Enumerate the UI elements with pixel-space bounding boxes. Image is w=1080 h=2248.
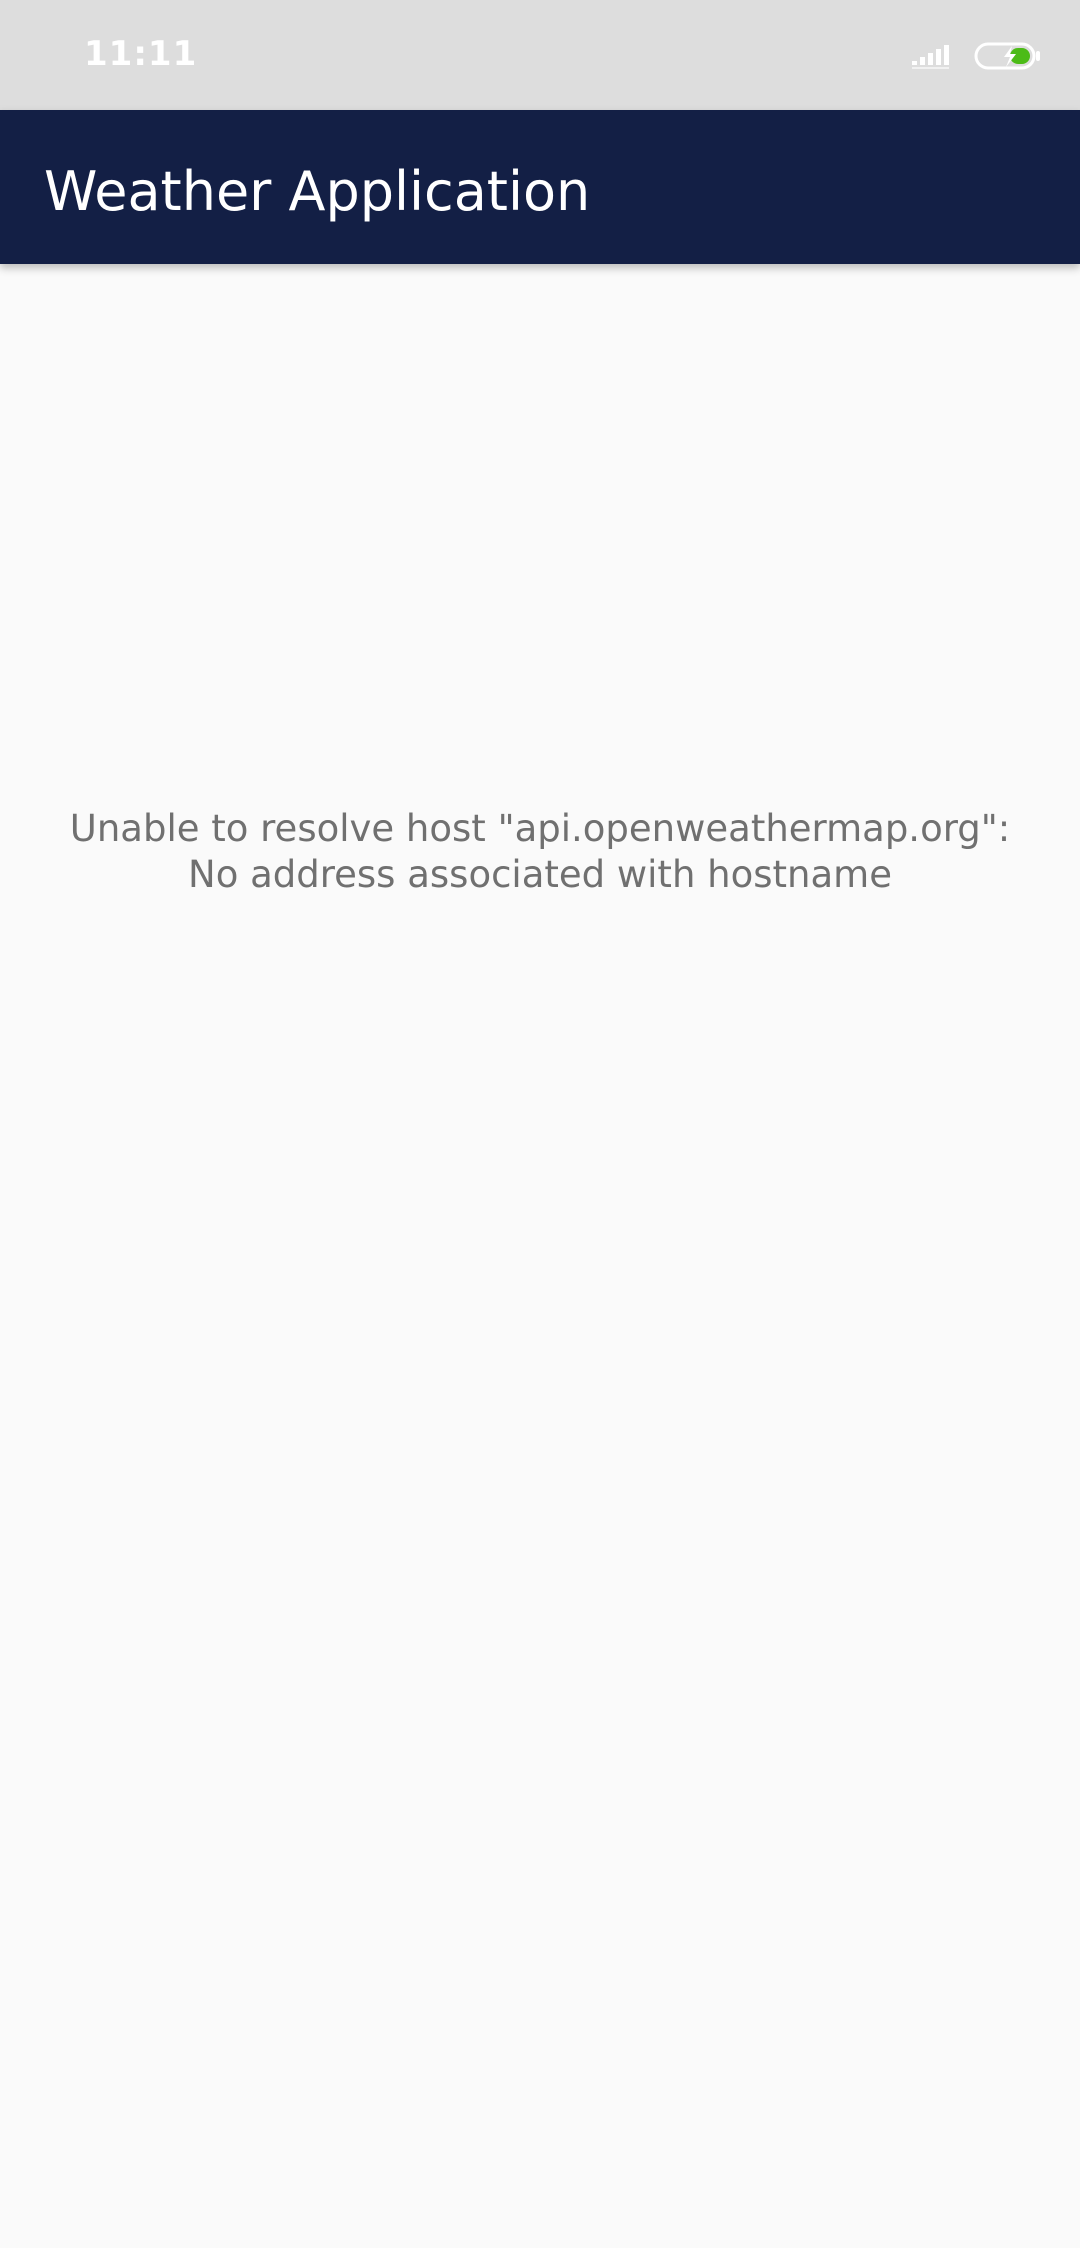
error-message: Unable to resolve host "api.openweatherm… [69, 807, 1011, 896]
status-bar: 11:11 [0, 0, 1080, 110]
status-time: 11:11 [84, 34, 198, 74]
app-title: Weather Application [44, 160, 591, 223]
battery-charging-icon [974, 40, 1042, 77]
screen: 11:11 Weather Application Unable to reso… [0, 0, 1080, 2248]
main-content [0, 264, 1080, 2248]
app-bar: Weather Application [0, 110, 1080, 264]
signal-icon [912, 41, 956, 76]
status-icons [912, 40, 1042, 76]
